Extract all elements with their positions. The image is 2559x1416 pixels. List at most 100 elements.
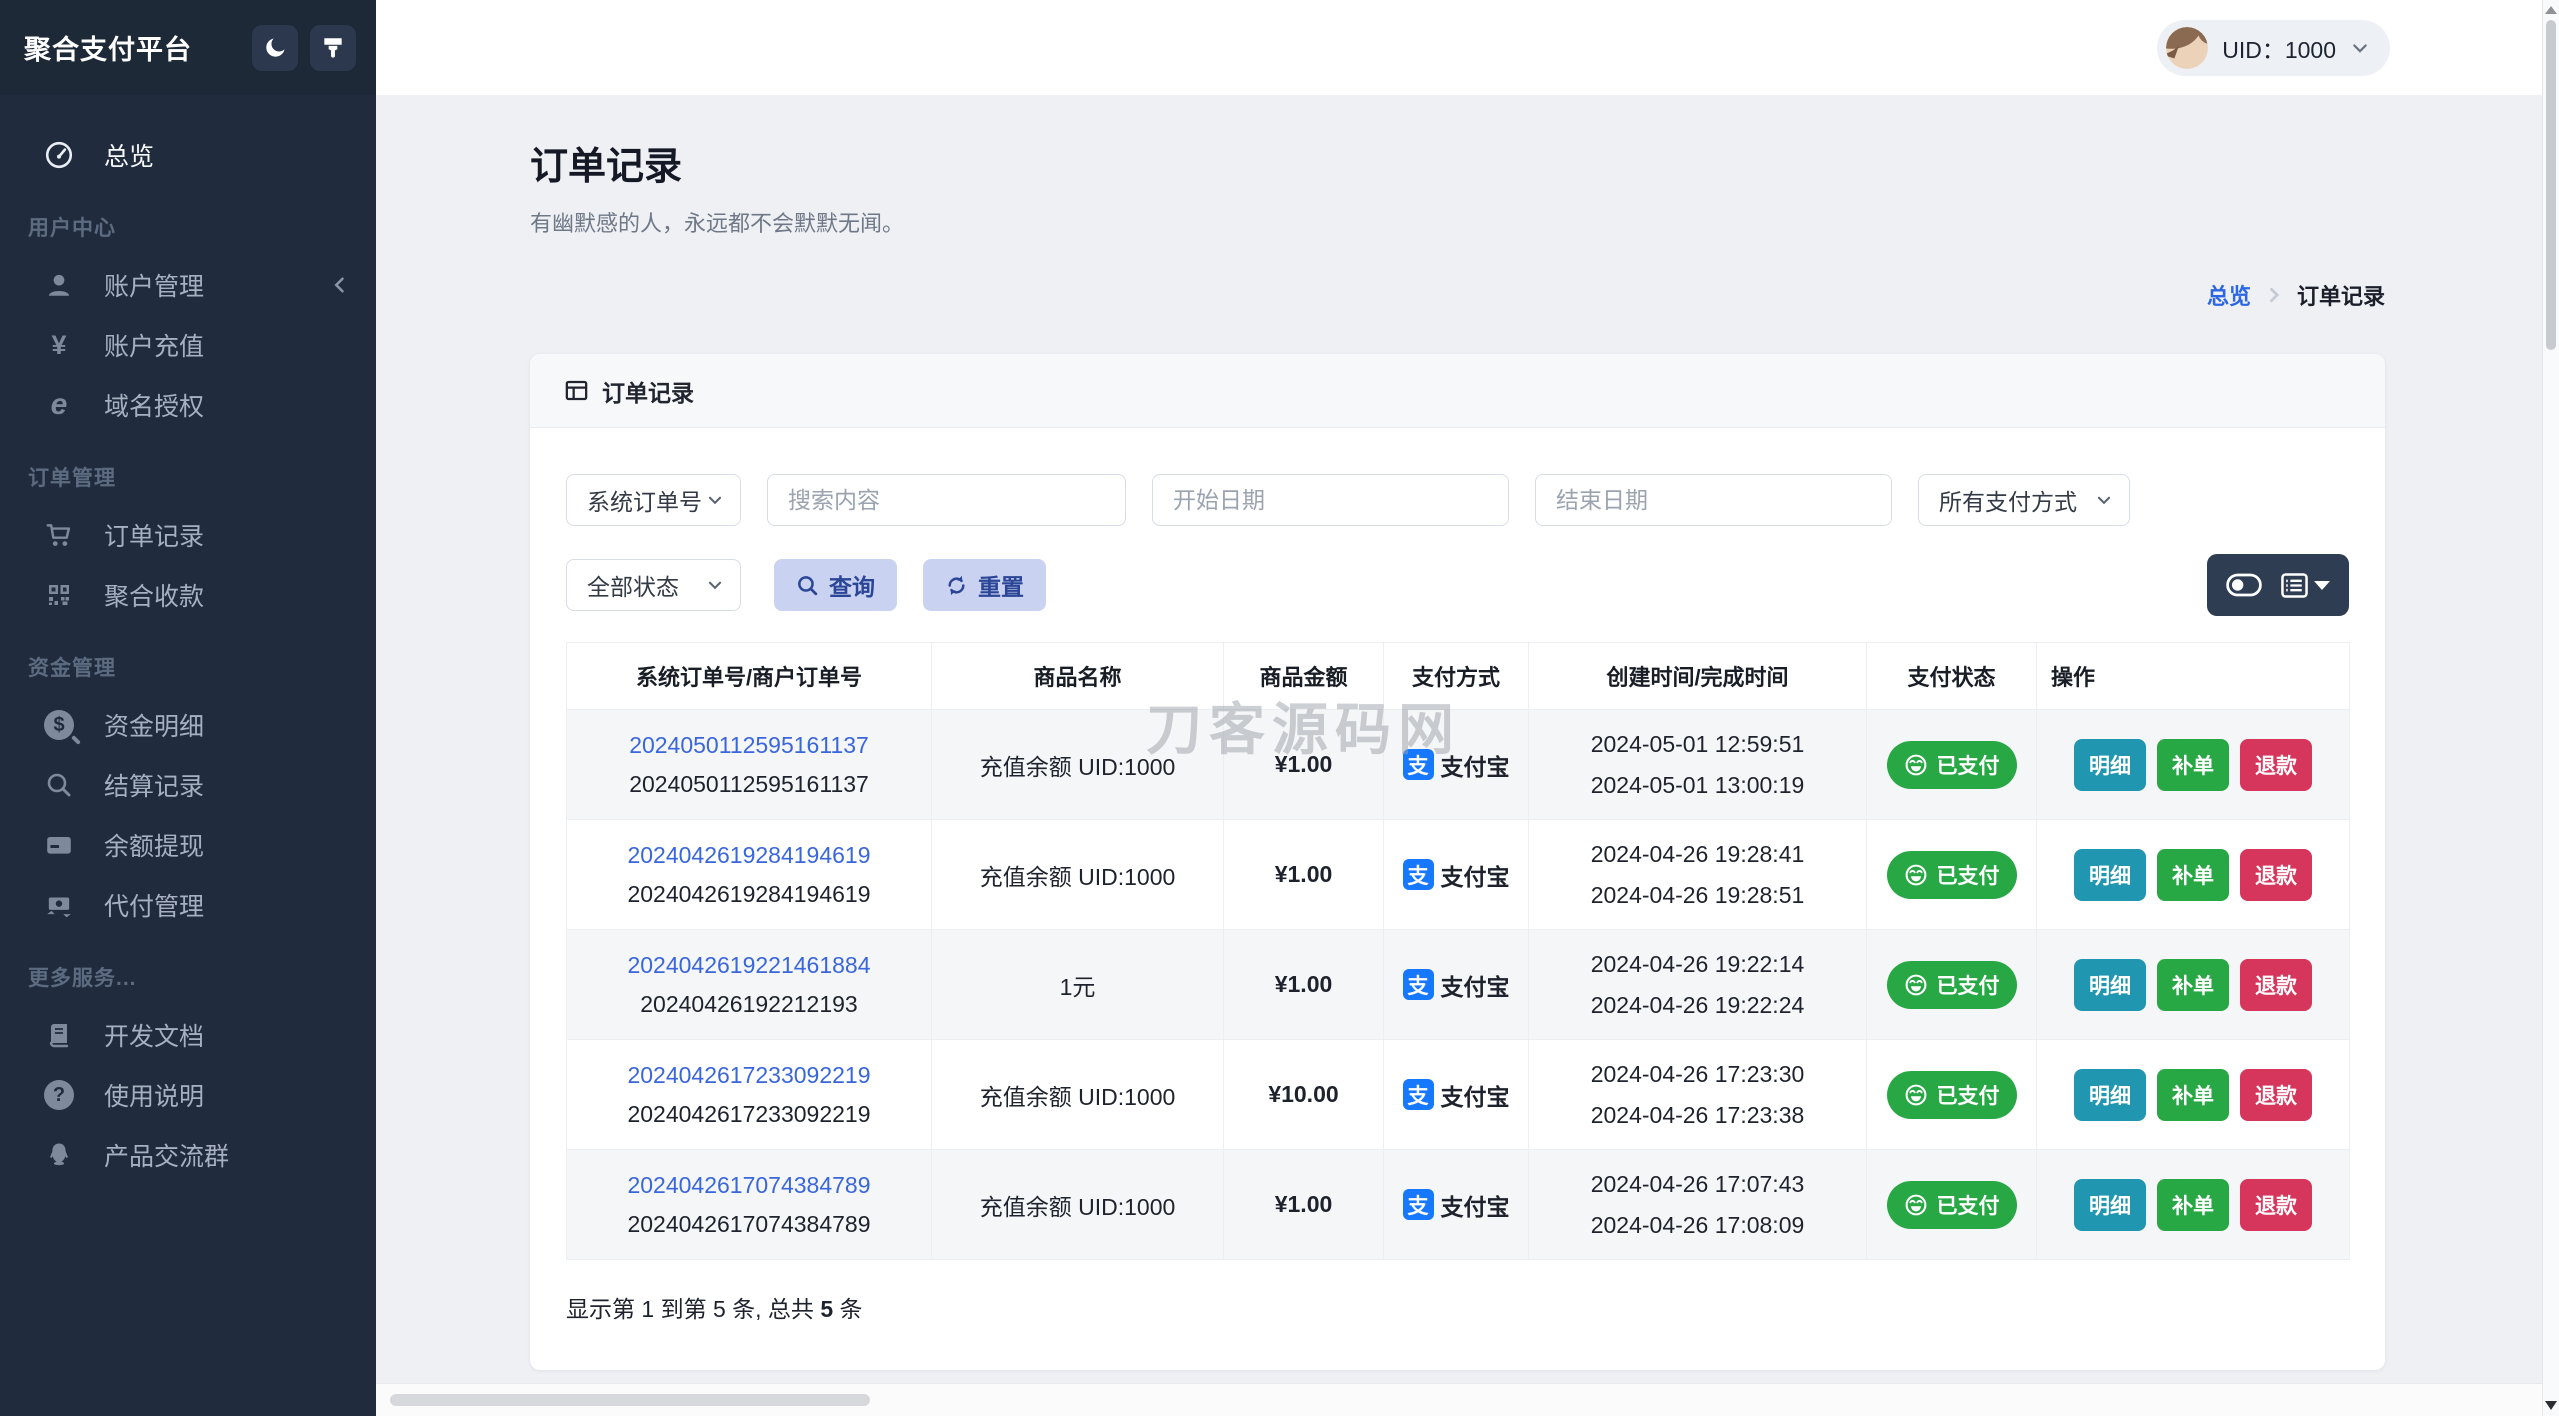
product-amount: ¥1.00 (1223, 709, 1384, 820)
orders-table: 系统订单号/商户订单号 商品名称 商品金额 支付方式 创建时间/完成时间 支付状… (566, 642, 2350, 1260)
page-title: 订单记录 (530, 146, 683, 188)
query-button[interactable]: 查询 (774, 559, 897, 611)
detail-button[interactable]: 明细 (2074, 848, 2146, 901)
detail-button[interactable]: 明细 (2074, 958, 2146, 1011)
vertical-scrollbar-thumb[interactable] (2546, 20, 2556, 350)
uid-label: UID：1000 (2222, 36, 2336, 63)
app-logo: 聚合支付平台 (24, 35, 192, 65)
user-menu[interactable]: UID：1000 (2157, 19, 2390, 76)
sys-order-link[interactable]: 2024042619284194619 (575, 842, 923, 869)
reissue-button[interactable]: 补单 (2157, 1178, 2229, 1231)
start-date-input[interactable] (1152, 474, 1509, 526)
sys-order-link[interactable]: 2024042619221461884 (575, 952, 923, 979)
status-select[interactable]: 全部状态 (566, 559, 741, 611)
columns-button[interactable] (2281, 572, 2330, 598)
product-amount: ¥1.00 (1223, 1149, 1384, 1260)
end-date-input[interactable] (1535, 474, 1892, 526)
credit-card-icon (42, 830, 76, 860)
col-header-time: 创建时间/完成时间 (1528, 642, 1867, 710)
alipay-icon: 支 (1402, 749, 1434, 780)
refund-button[interactable]: 退款 (2240, 1178, 2312, 1231)
breadcrumb-home[interactable]: 总览 (2207, 279, 2251, 311)
app-root: 聚合支付平台 总览 用户中心 账户管理 ¥ 账户充值 e 域名授权 订单管理 订… (0, 0, 2559, 1416)
sidebar-item-domain-auth[interactable]: e 订单记录 域名授权 (0, 375, 376, 435)
vertical-scrollbar[interactable] (2542, 0, 2559, 1416)
sidebar-item-balance-withdraw[interactable]: 余额提现 (0, 815, 376, 875)
card-title: 订单记录 (602, 379, 694, 406)
alipay-icon: 支 (1402, 859, 1434, 890)
dark-mode-button[interactable] (252, 24, 298, 71)
refund-button[interactable]: 退款 (2240, 958, 2312, 1011)
sys-order-link[interactable]: 2024050112595161137 (575, 732, 923, 759)
chevron-down-icon (708, 581, 722, 590)
detail-button[interactable]: 明细 (2074, 738, 2146, 791)
col-header-order-no: 系统订单号/商户订单号 (566, 642, 932, 710)
table-header-row: 系统订单号/商户订单号 商品名称 商品金额 支付方式 创建时间/完成时间 支付状… (566, 642, 2350, 710)
merchant-order-no: 2024050112595161137 (629, 770, 869, 797)
qq-icon (42, 1141, 76, 1169)
detail-button[interactable]: 明细 (2074, 1178, 2146, 1231)
alipay-icon: 支 (1402, 969, 1434, 1000)
detail-button[interactable]: 明细 (2074, 1068, 2146, 1121)
sidebar-section-order-management: 订单管理 (28, 467, 116, 490)
sidebar-section-fund-management: 资金管理 (28, 657, 116, 680)
horizontal-scrollbar[interactable] (376, 1383, 2542, 1416)
breadcrumb-current: 订单记录 (2296, 284, 2385, 309)
order-row: 2024042617074384789 2024042617074384789 充… (566, 1149, 2350, 1260)
reissue-button[interactable]: 补单 (2157, 1068, 2229, 1121)
pay-method-label: 支付宝 (1440, 863, 1510, 890)
sidebar-item-overview[interactable]: 总览 (0, 125, 376, 185)
completed-time: 2024-05-01 13:00:19 (1590, 771, 1805, 798)
merchant-order-no: 2024042617074384789 (627, 1210, 871, 1237)
sys-order-link[interactable]: 2024042617233092219 (575, 1062, 923, 1089)
sidebar-header: 聚合支付平台 (0, 0, 376, 95)
sidebar-item-product-group[interactable]: 产品交流群 (0, 1125, 376, 1185)
sidebar-item-payout-management[interactable]: 代付管理 (0, 875, 376, 935)
sidebar-item-aggregate-collection[interactable]: 聚合收款 (0, 565, 376, 625)
completed-time: 2024-04-26 19:28:51 (1590, 881, 1805, 908)
sys-order-link[interactable]: 2024042617074384789 (575, 1172, 923, 1199)
refund-button[interactable]: 退款 (2240, 1068, 2312, 1121)
toggle-view-button[interactable] (2226, 573, 2262, 597)
smiley-icon (1905, 974, 1926, 995)
sidebar-item-account-management[interactable]: 账户管理 (0, 255, 376, 315)
refund-button[interactable]: 退款 (2240, 738, 2312, 791)
user-icon (42, 270, 76, 300)
sidebar-item-user-guide[interactable]: ? 使用说明 (0, 1065, 376, 1125)
order-no-type-select[interactable]: 系统订单号 (566, 474, 741, 526)
search-icon (42, 771, 76, 799)
horizontal-scrollbar-thumb[interactable] (390, 1394, 870, 1406)
sidebar-item-account-recharge[interactable]: ¥ 账户充值 (0, 315, 376, 375)
sidebar-item-settlement-records[interactable]: 结算记录 (0, 755, 376, 815)
reissue-button[interactable]: 补单 (2157, 848, 2229, 901)
reissue-button[interactable]: 补单 (2157, 958, 2229, 1011)
reissue-button[interactable]: 补单 (2157, 738, 2229, 791)
created-time: 2024-04-26 17:23:30 (1590, 1061, 1805, 1088)
merchant-order-no: 20240426192212193 (640, 990, 858, 1017)
main-area: UID：1000 订单记录 有幽默感的人，永远都不会默默无闻。 总览 订单记录 (376, 0, 2542, 1416)
pay-method-select[interactable]: 所有支付方式 (1918, 474, 2130, 526)
status-badge: 已支付 (1886, 1180, 2017, 1229)
col-header-actions: 操作 (2036, 642, 2350, 710)
scroll-up-arrow-icon[interactable] (2545, 6, 2557, 14)
chevron-right-icon (2265, 286, 2283, 304)
scroll-down-arrow-icon[interactable] (2545, 1401, 2557, 1410)
sidebar-item-dev-docs[interactable]: 开发文档 (0, 1005, 376, 1065)
money-transfer-icon (42, 890, 76, 920)
dashboard-icon (42, 140, 76, 170)
sidebar-item-order-records[interactable]: 订单记录 (0, 505, 376, 565)
order-row: 2024050112595161137 2024050112595161137 充… (566, 709, 2350, 820)
avatar (2166, 26, 2209, 69)
pay-method-label: 支付宝 (1440, 1083, 1510, 1110)
theme-brush-button[interactable] (310, 24, 356, 71)
refund-button[interactable]: 退款 (2240, 848, 2312, 901)
sidebar-section-user-center: 用户中心 (28, 217, 116, 240)
reset-button[interactable]: 重置 (923, 559, 1046, 611)
search-input[interactable] (767, 474, 1126, 526)
cart-icon (42, 520, 76, 550)
filter-row-1: 系统订单号 所有支付方式 (566, 474, 2349, 526)
col-header-pay-method: 支付方式 (1383, 642, 1529, 710)
sidebar-item-fund-details[interactable]: $ 资金明细 (0, 695, 376, 755)
content: 订单记录 有幽默感的人，永远都不会默默无闻。 总览 订单记录 订单记录 系统订单… (376, 95, 2542, 1416)
pay-method-label: 支付宝 (1440, 973, 1510, 1000)
